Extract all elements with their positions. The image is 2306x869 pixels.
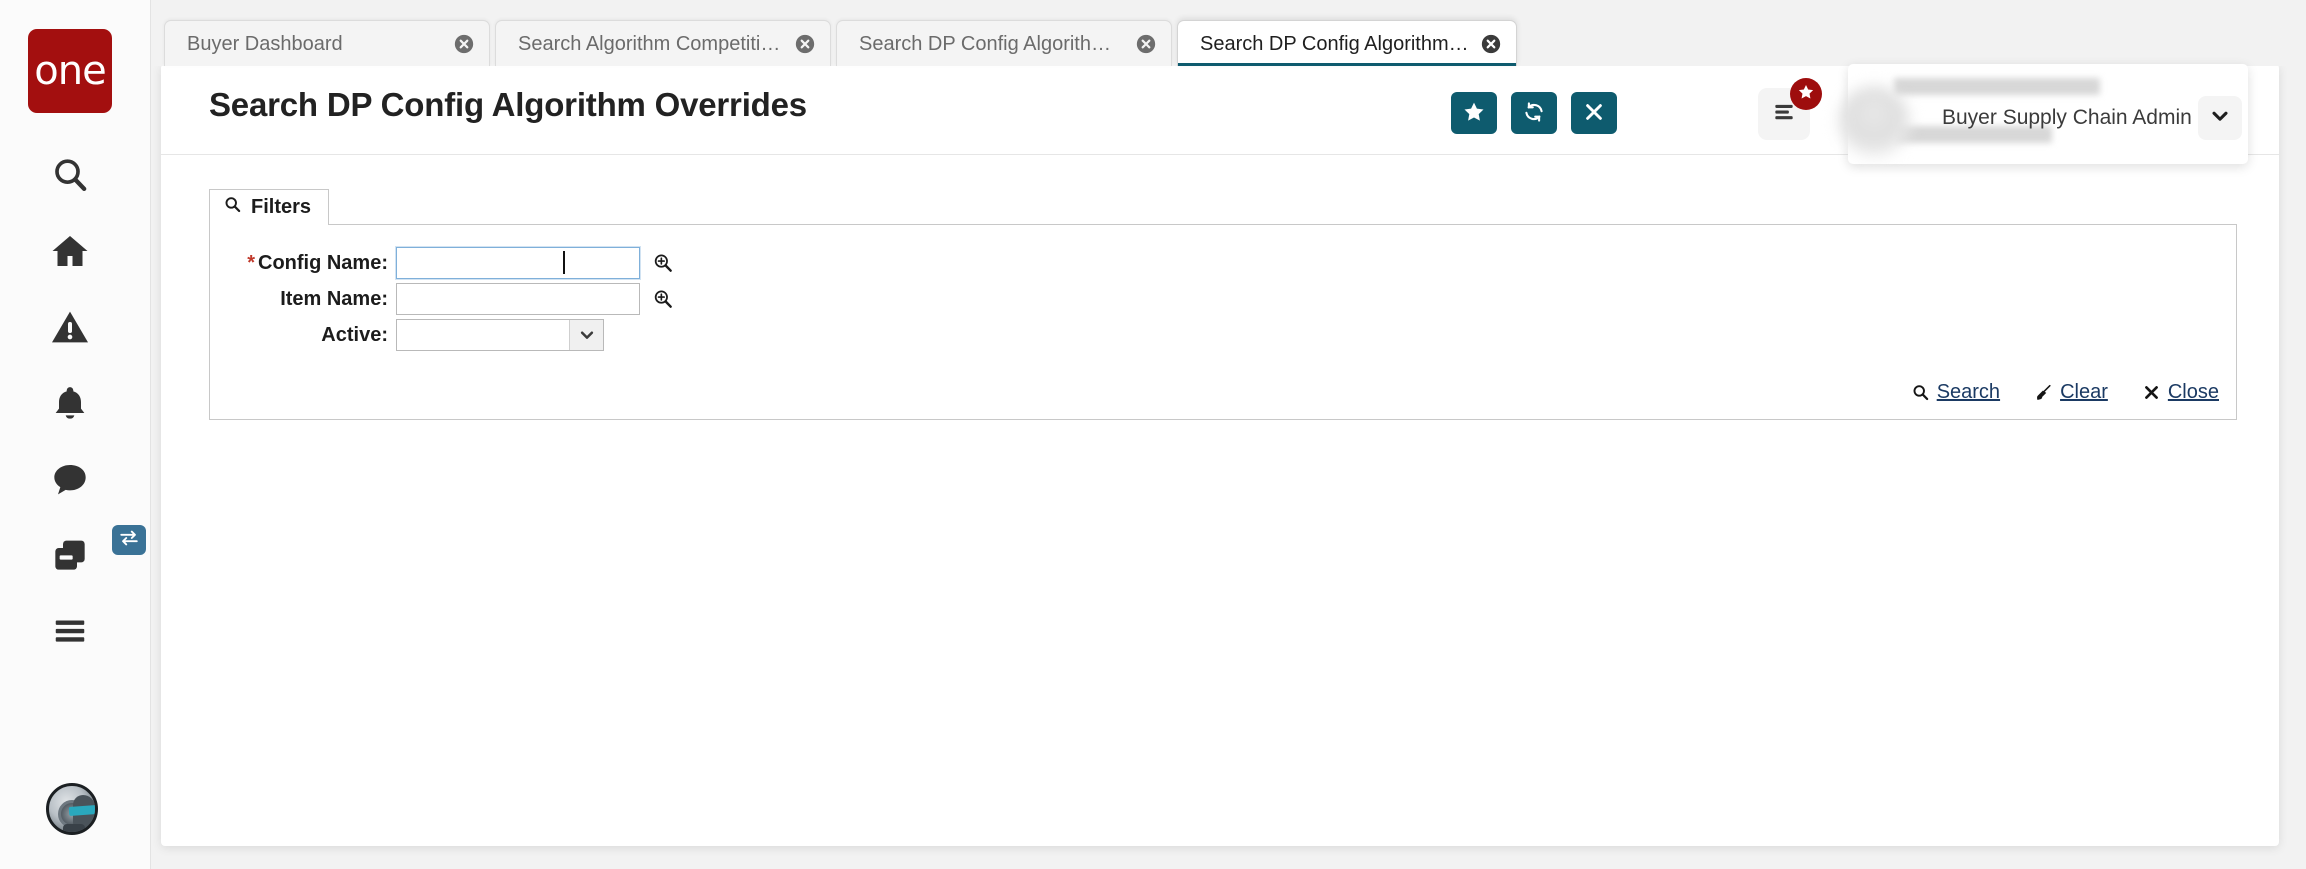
- bell-icon: [50, 383, 90, 423]
- filters-panel: Filters * Config Name: Item Name: Active…: [209, 189, 2237, 420]
- close-icon[interactable]: [1135, 33, 1157, 55]
- item-name-label: Item Name:: [280, 287, 388, 310]
- config-name-label: * Config Name:: [247, 251, 388, 274]
- rail-main-menu-icon-button[interactable]: [28, 608, 112, 654]
- rail-alerts-icon-button[interactable]: [28, 304, 112, 350]
- hamburger-menu-icon: [52, 613, 88, 649]
- broom-icon: [2034, 383, 2053, 402]
- clear-link-label: Clear: [2060, 381, 2108, 403]
- left-navigation-rail: one: [0, 0, 151, 869]
- rail-switch-context-badge[interactable]: [112, 525, 146, 555]
- clear-link[interactable]: Clear: [2034, 381, 2108, 404]
- application-window: one Buyer Dashboard Search Algorithm Com…: [0, 0, 2306, 869]
- field-row-active: Active:: [228, 319, 604, 351]
- chevron-down-icon[interactable]: [569, 320, 603, 350]
- home-icon: [50, 231, 90, 271]
- warning-triangle-icon: [50, 307, 90, 347]
- search-icon: [50, 155, 90, 195]
- chevron-down-icon: [2209, 105, 2231, 132]
- tab-label: Buyer Dashboard: [187, 32, 343, 55]
- rail-messages-icon-button[interactable]: [28, 456, 112, 502]
- refresh-button[interactable]: [1511, 92, 1557, 134]
- assistant-avatar[interactable]: [46, 783, 98, 835]
- x-icon: [2142, 383, 2161, 402]
- tab-label: Search DP Config Algorithm Ove...: [1200, 32, 1470, 55]
- user-role-label: Buyer Supply Chain Admin: [1942, 106, 2192, 129]
- favorite-button[interactable]: [1451, 92, 1497, 134]
- search-icon: [223, 195, 242, 220]
- tab-buyer-dashboard[interactable]: Buyer Dashboard: [164, 20, 490, 66]
- rail-home-icon-button[interactable]: [28, 228, 112, 274]
- close-icon[interactable]: [453, 33, 475, 55]
- star-icon: [1462, 100, 1486, 127]
- exchange-arrows-icon: [118, 527, 140, 554]
- search-link-label: Search: [1936, 381, 2001, 403]
- tab-search-dp-config-overrides-1[interactable]: Search DP Config Algorithm Ove...: [836, 20, 1172, 66]
- close-icon[interactable]: [794, 33, 816, 55]
- active-label: Active:: [321, 323, 388, 346]
- assistant-body: [63, 824, 85, 832]
- tab-label: Search DP Config Algorithm Ove...: [859, 32, 1125, 55]
- refresh-icon: [1522, 100, 1546, 127]
- close-link[interactable]: Close: [2142, 381, 2219, 404]
- avatar[interactable]: [1838, 86, 1910, 158]
- search-link[interactable]: Search: [1911, 381, 2000, 404]
- tab-search-dp-config-overrides-2[interactable]: Search DP Config Algorithm Ove...: [1177, 20, 1517, 66]
- required-asterisk: *: [247, 251, 255, 274]
- logo-text: one: [34, 48, 106, 94]
- text-caret: [563, 251, 565, 274]
- item-name-input[interactable]: [396, 283, 640, 315]
- one-network-logo[interactable]: one: [28, 29, 112, 113]
- chat-bubble-icon: [50, 459, 90, 499]
- close-icon[interactable]: [1480, 33, 1502, 55]
- field-row-config-name: * Config Name:: [228, 247, 674, 279]
- magnifier-plus-icon[interactable]: [652, 288, 674, 310]
- config-name-input[interactable]: [396, 247, 640, 279]
- x-icon: [1582, 100, 1606, 127]
- assistant-visor: [68, 805, 95, 816]
- browser-tab-strip: Buyer Dashboard Search Algorithm Competi…: [150, 0, 2306, 66]
- main-content-card: Search DP Config Algorithm Overrides Fil…: [161, 64, 2279, 846]
- filters-tab[interactable]: Filters: [209, 189, 330, 225]
- tab-label: Search Algorithm Competition C...: [518, 32, 784, 55]
- magnifier-plus-icon[interactable]: [652, 252, 674, 274]
- star-icon: [1797, 83, 1815, 106]
- filters-tab-label: Filters: [251, 196, 312, 218]
- search-icon: [1911, 383, 1930, 402]
- rail-workspaces-icon-button[interactable]: [28, 532, 112, 578]
- user-name-redacted: [1894, 78, 2100, 95]
- windows-copy-icon: [50, 535, 90, 575]
- rail-search-icon-button[interactable]: [28, 152, 112, 198]
- field-row-item-name: Item Name:: [228, 283, 674, 315]
- favorites-badge[interactable]: [1790, 78, 1822, 110]
- rail-notifications-icon-button[interactable]: [28, 380, 112, 426]
- close-page-button[interactable]: [1571, 92, 1617, 134]
- close-link-label: Close: [2167, 381, 2219, 403]
- page-title: Search DP Config Algorithm Overrides: [209, 86, 807, 123]
- filters-body: * Config Name: Item Name: Active: Search…: [209, 224, 2237, 420]
- user-menu-chevron-button[interactable]: [2198, 96, 2242, 140]
- tab-search-algorithm-competition[interactable]: Search Algorithm Competition C...: [495, 20, 831, 66]
- active-select[interactable]: [396, 319, 604, 351]
- filter-action-links: Search Clear Close: [1911, 381, 2219, 404]
